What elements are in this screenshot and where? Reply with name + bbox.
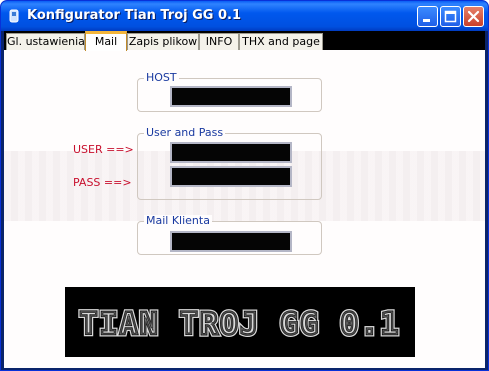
app-icon — [9, 9, 19, 23]
logo-banner: TIAN TROJ GG 0.1 TIAN TROJ GG 0.1 TIAN T… — [65, 287, 415, 357]
minimize-icon — [423, 19, 430, 22]
tab-mail[interactable]: Mail — [85, 31, 127, 51]
maximize-button[interactable] — [440, 6, 461, 27]
dialog-body: Gl. ustawienia Mail Zapis plikow INFO TH… — [4, 31, 485, 368]
mail-klienta-group: Mail Klienta — [137, 215, 322, 255]
mail-klienta-input[interactable] — [170, 231, 292, 252]
tab-gl-ustawienia[interactable]: Gl. ustawienia — [6, 33, 85, 50]
title-bar[interactable]: Konfigurator Tian Troj GG 0.1 — [1, 1, 488, 31]
tab-thx-and-page[interactable]: THX and page — [239, 33, 323, 50]
host-input[interactable] — [170, 86, 292, 107]
tab-strip: Gl. ustawienia Mail Zapis plikow INFO TH… — [4, 31, 485, 51]
user-input[interactable] — [170, 142, 292, 163]
tab-info[interactable]: INFO — [199, 33, 239, 50]
mail-klienta-group-label: Mail Klienta — [144, 214, 212, 227]
user-pass-group: User and Pass — [137, 127, 322, 200]
user-label: USER ==> — [73, 143, 134, 156]
main-window: Konfigurator Tian Troj GG 0.1 Gl. ustawi… — [0, 0, 489, 371]
minimize-button[interactable] — [417, 6, 438, 27]
svg-text:TIAN TROJ GG 0.1: TIAN TROJ GG 0.1 — [80, 307, 401, 342]
close-button[interactable] — [463, 6, 484, 27]
maximize-icon — [444, 10, 457, 23]
pass-input[interactable] — [170, 166, 292, 187]
pass-label: PASS ==> — [73, 176, 132, 189]
window-title: Konfigurator Tian Troj GG 0.1 — [27, 8, 242, 23]
close-icon — [467, 10, 480, 23]
user-pass-group-label: User and Pass — [144, 126, 226, 139]
banner-logo: TIAN TROJ GG 0.1 TIAN TROJ GG 0.1 TIAN T… — [77, 305, 401, 345]
tab-zapis-plikow[interactable]: Zapis plikow — [127, 33, 199, 50]
host-group: HOST — [137, 72, 322, 112]
host-group-label: HOST — [144, 71, 179, 84]
